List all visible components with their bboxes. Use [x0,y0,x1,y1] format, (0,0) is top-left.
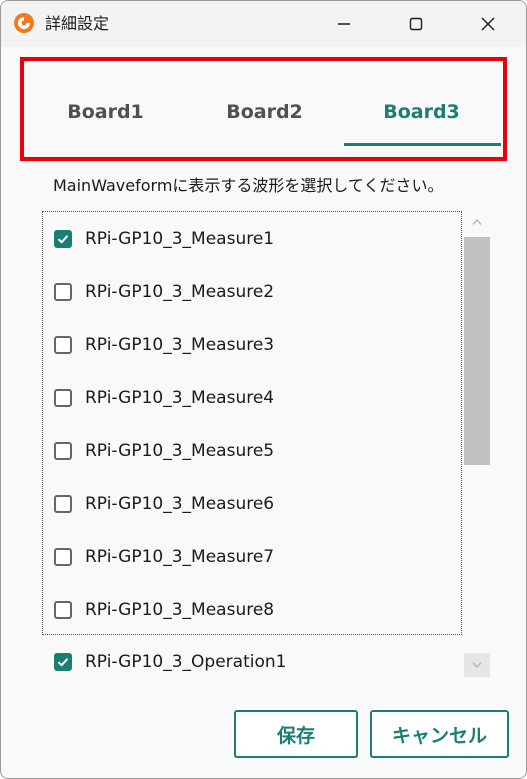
save-button[interactable]: 保存 [234,710,358,758]
app-icon [14,13,34,33]
waveform-list[interactable]: RPi-GP10_3_Measure1 RPi-GP10_3_Measure2 … [42,211,462,635]
list-item[interactable]: RPi-GP10_3_Measure7 [54,542,274,572]
item-label: RPi-GP10_3_Measure1 [85,229,275,249]
checkbox[interactable] [54,653,72,671]
highlight-annotation [20,57,507,161]
minimize-icon [338,23,350,25]
list-item[interactable]: RPi-GP10_3_Measure8 [54,595,274,625]
item-label: RPi-GP10_3_Measure2 [85,282,275,302]
close-button[interactable] [465,1,511,47]
item-label: RPi-GP10_3_Operation1 [85,652,287,672]
scroll-up-button[interactable] [464,211,490,233]
item-label: RPi-GP10_3_Measure6 [85,494,275,514]
checkmark-icon [57,658,69,667]
checkmark-icon [57,235,69,244]
minimize-button[interactable] [321,1,367,47]
cancel-button[interactable]: キャンセル [370,710,509,758]
close-icon [481,17,495,31]
list-item[interactable]: RPi-GP10_3_Measure5 [54,436,274,466]
list-item[interactable]: RPi-GP10_3_Measure1 [54,224,274,254]
scroll-down-button[interactable] [464,653,490,677]
settings-dialog: 詳細設定 Board1 Board2 Board3 MainWaveformに表… [0,0,527,779]
checkbox[interactable] [54,601,72,619]
list-item[interactable]: RPi-GP10_3_Operation1 [54,647,286,677]
instruction-text: MainWaveformに表示する波形を選択してください。 [53,176,444,195]
checkbox[interactable] [54,336,72,354]
checkbox[interactable] [54,283,72,301]
maximize-button[interactable] [393,1,439,47]
chevron-up-icon [472,219,482,225]
checkbox[interactable] [54,230,72,248]
checkbox[interactable] [54,548,72,566]
list-scrollbar[interactable] [464,211,490,681]
list-item[interactable]: RPi-GP10_3_Measure2 [54,277,274,307]
item-label: RPi-GP10_3_Measure8 [85,600,275,620]
checkbox[interactable] [54,389,72,407]
list-item[interactable]: RPi-GP10_3_Measure3 [54,330,274,360]
list-item[interactable]: RPi-GP10_3_Measure4 [54,383,274,413]
item-label: RPi-GP10_3_Measure7 [85,547,275,567]
checkbox[interactable] [54,495,72,513]
chevron-down-icon [472,662,482,668]
item-label: RPi-GP10_3_Measure4 [85,388,275,408]
item-label: RPi-GP10_3_Measure3 [85,335,275,355]
item-label: RPi-GP10_3_Measure5 [85,441,275,461]
maximize-icon [409,17,423,31]
title-bar[interactable]: 詳細設定 [1,1,526,47]
scroll-thumb[interactable] [464,237,490,465]
window-title: 詳細設定 [45,14,110,33]
checkbox[interactable] [54,442,72,460]
list-item[interactable]: RPi-GP10_3_Measure6 [54,489,274,519]
